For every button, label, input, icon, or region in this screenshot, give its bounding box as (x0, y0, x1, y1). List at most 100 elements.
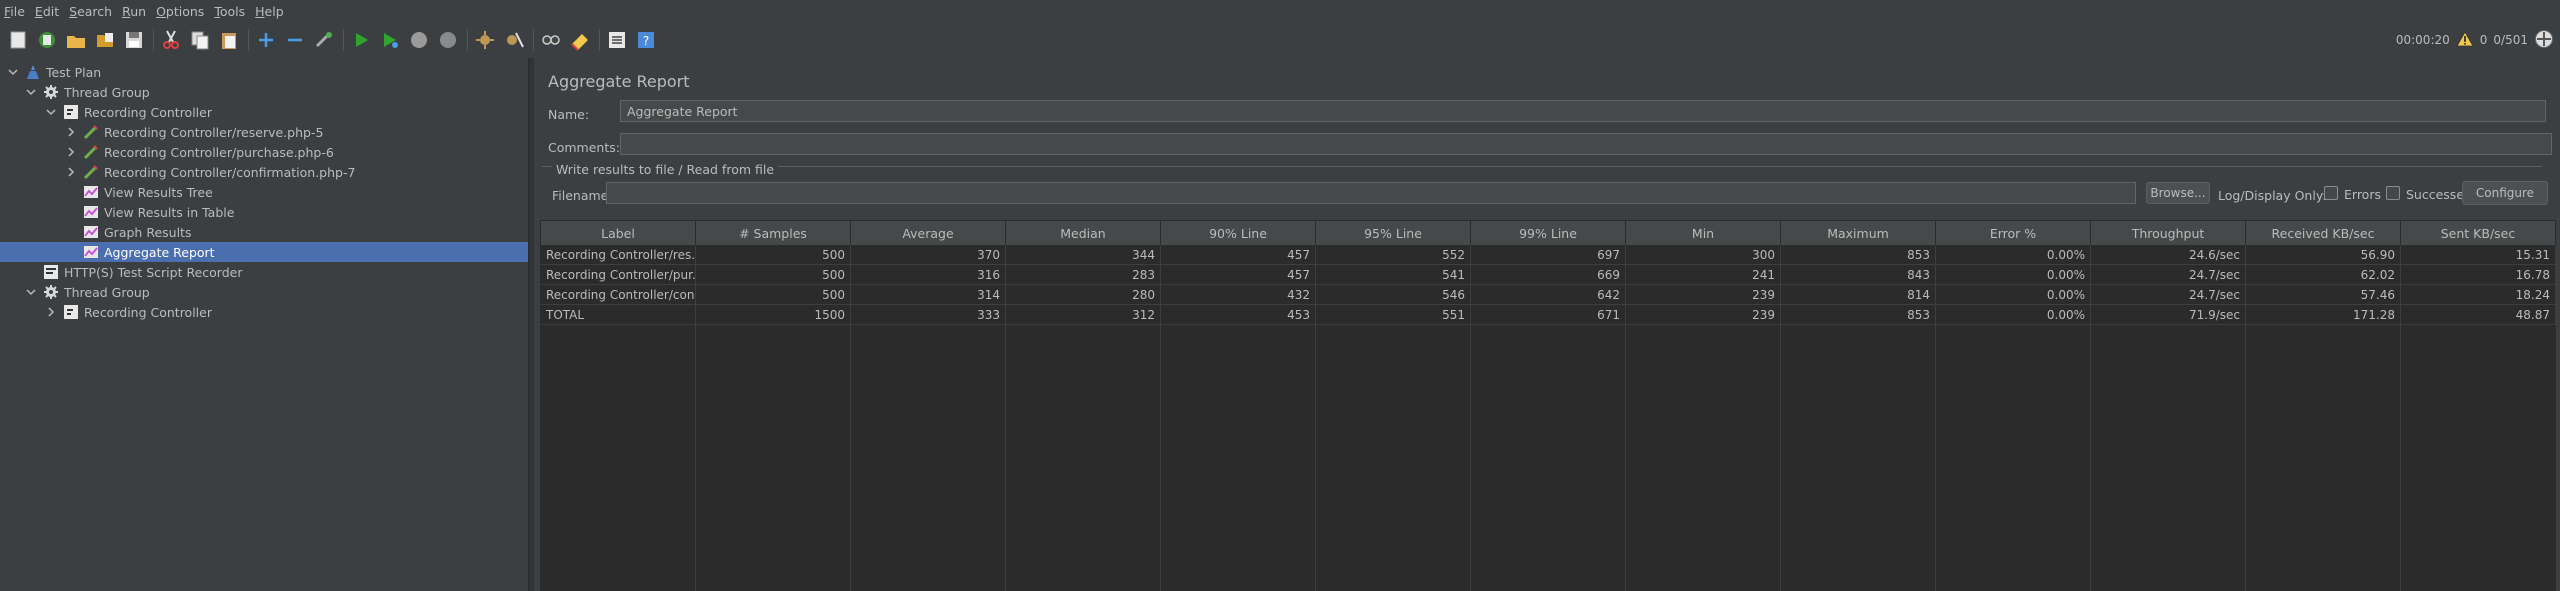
menu-tools[interactable]: Tools (209, 4, 250, 19)
chevron-down-icon[interactable] (44, 105, 58, 119)
column-header[interactable]: 90% Line (1161, 221, 1316, 245)
tree-node[interactable]: Thread Group (24, 82, 150, 102)
column-header[interactable]: # Samples (696, 221, 851, 245)
toolbar-separator (599, 29, 600, 51)
chevron-down-icon[interactable] (24, 285, 38, 299)
table-cell: 300 (1626, 245, 1781, 265)
paste-icon[interactable] (217, 28, 241, 52)
test-plan-tree[interactable]: Test Plan Thread Group Recording Controlle… (0, 58, 528, 591)
close-plan-icon[interactable] (93, 28, 117, 52)
chevron-down-icon[interactable] (6, 65, 20, 79)
reset-search-icon[interactable] (568, 28, 592, 52)
tree-node[interactable]: Recording Controller (44, 302, 212, 322)
column-header[interactable]: Error % (1936, 221, 2091, 245)
column-gridline (1625, 245, 1626, 591)
column-header[interactable]: 99% Line (1471, 221, 1626, 245)
column-header[interactable]: Min (1626, 221, 1781, 245)
menu-options[interactable]: Options (151, 4, 209, 19)
recorder-icon (42, 263, 60, 281)
column-header[interactable]: Maximum (1781, 221, 1936, 245)
table-row[interactable]: Recording Controller/res... 500 370 344 457 5… (541, 245, 2556, 265)
start-icon[interactable] (349, 28, 373, 52)
tree-node-label: Recording Controller (84, 104, 212, 120)
search-icon[interactable] (539, 28, 563, 52)
comments-input[interactable] (620, 133, 2552, 155)
start-no-pauses-icon[interactable] (378, 28, 402, 52)
table-cell: 15.31 (2401, 245, 2556, 265)
name-input[interactable] (620, 100, 2546, 122)
table-row[interactable]: Recording Controller/con... 500 314 280 432 5… (541, 285, 2556, 305)
tree-node-label: Thread Group (64, 284, 150, 300)
menu-search[interactable]: Search (64, 4, 117, 19)
column-gridline (2090, 245, 2091, 591)
tree-node[interactable]: HTTP(S) Test Script Recorder (24, 262, 243, 282)
column-header[interactable]: Label (541, 221, 696, 245)
tree-node[interactable]: Graph Results (64, 222, 191, 242)
toggle-icon[interactable] (312, 28, 336, 52)
tree-node[interactable]: Aggregate Report (0, 242, 528, 262)
clear-all-icon[interactable] (502, 28, 526, 52)
cut-icon[interactable] (159, 28, 183, 52)
table-cell: 24.6/sec (2091, 245, 2246, 265)
errors-checkbox[interactable] (2324, 186, 2338, 200)
column-header[interactable]: Median (1006, 221, 1161, 245)
expand-all-icon[interactable] (254, 28, 278, 52)
open-icon[interactable] (64, 28, 88, 52)
tree-node[interactable]: Recording Controller/purchase.php-6 (64, 142, 334, 162)
tree-node[interactable]: Recording Controller/reserve.php-5 (64, 122, 323, 142)
column-header[interactable]: 95% Line (1316, 221, 1471, 245)
tree-node[interactable]: Test Plan (6, 62, 101, 82)
table-total-row[interactable]: TOTAL 1500 333 312 453 551 671 239 853 0.00% 71.9/… (541, 305, 2556, 325)
tree-node-label: Test Plan (46, 64, 102, 80)
new-icon[interactable] (6, 28, 30, 52)
tree-node[interactable]: View Results in Table (64, 202, 234, 222)
templates-icon[interactable] (35, 28, 59, 52)
table-cell: 241 (1626, 265, 1781, 285)
copy-icon[interactable] (188, 28, 212, 52)
collapse-all-icon[interactable] (283, 28, 307, 52)
svg-text:?: ? (643, 34, 649, 48)
controller-icon (62, 303, 80, 321)
toolbar-separator (343, 29, 344, 51)
clear-icon[interactable] (473, 28, 497, 52)
table-cell: Recording Controller/con... (541, 285, 696, 305)
save-icon[interactable] (122, 28, 146, 52)
chevron-right-icon[interactable] (64, 165, 78, 179)
filename-input[interactable] (606, 182, 2136, 204)
table-cell: 24.7/sec (2091, 285, 2246, 305)
chevron-right-icon[interactable] (64, 125, 78, 139)
column-header[interactable]: Average (851, 221, 1006, 245)
successes-checkbox[interactable] (2386, 186, 2400, 200)
chevron-right-icon[interactable] (64, 145, 78, 159)
tree-node[interactable]: View Results Tree (64, 182, 213, 202)
configure-button[interactable]: Configure (2462, 181, 2548, 205)
column-header[interactable]: Sent KB/sec (2401, 221, 2556, 245)
menu-run[interactable]: Run (117, 4, 151, 19)
table-cell: 500 (696, 245, 851, 265)
warning-icon[interactable] (2456, 30, 2474, 50)
listener-icon (82, 183, 100, 201)
menu-file[interactable]: File (0, 4, 30, 19)
menu-help[interactable]: Help (250, 4, 289, 19)
tree-node[interactable]: Thread Group (24, 282, 150, 302)
table-cell: 239 (1626, 285, 1781, 305)
column-gridline (695, 245, 696, 591)
table-row[interactable]: Recording Controller/pur... 500 316 283 457 5… (541, 265, 2556, 285)
remote-status-icon[interactable] (2534, 29, 2554, 52)
table-cell: 642 (1471, 285, 1626, 305)
stop-icon[interactable] (407, 28, 431, 52)
function-helper-icon[interactable] (605, 28, 629, 52)
browse-button[interactable]: Browse... (2146, 182, 2210, 204)
tree-node[interactable]: Recording Controller (44, 102, 212, 122)
column-header[interactable]: Throughput (2091, 221, 2246, 245)
chevron-down-icon[interactable] (24, 85, 38, 99)
sampler-icon (82, 163, 100, 181)
chevron-right-icon[interactable] (44, 305, 58, 319)
column-header[interactable]: Received KB/sec (2246, 221, 2401, 245)
listener-icon (82, 223, 100, 241)
shutdown-icon[interactable] (436, 28, 460, 52)
toolbar-separator (248, 29, 249, 51)
menu-edit[interactable]: Edit (30, 4, 64, 19)
help-icon[interactable]: ? (634, 28, 658, 52)
tree-node[interactable]: Recording Controller/confirmation.php-7 (64, 162, 355, 182)
